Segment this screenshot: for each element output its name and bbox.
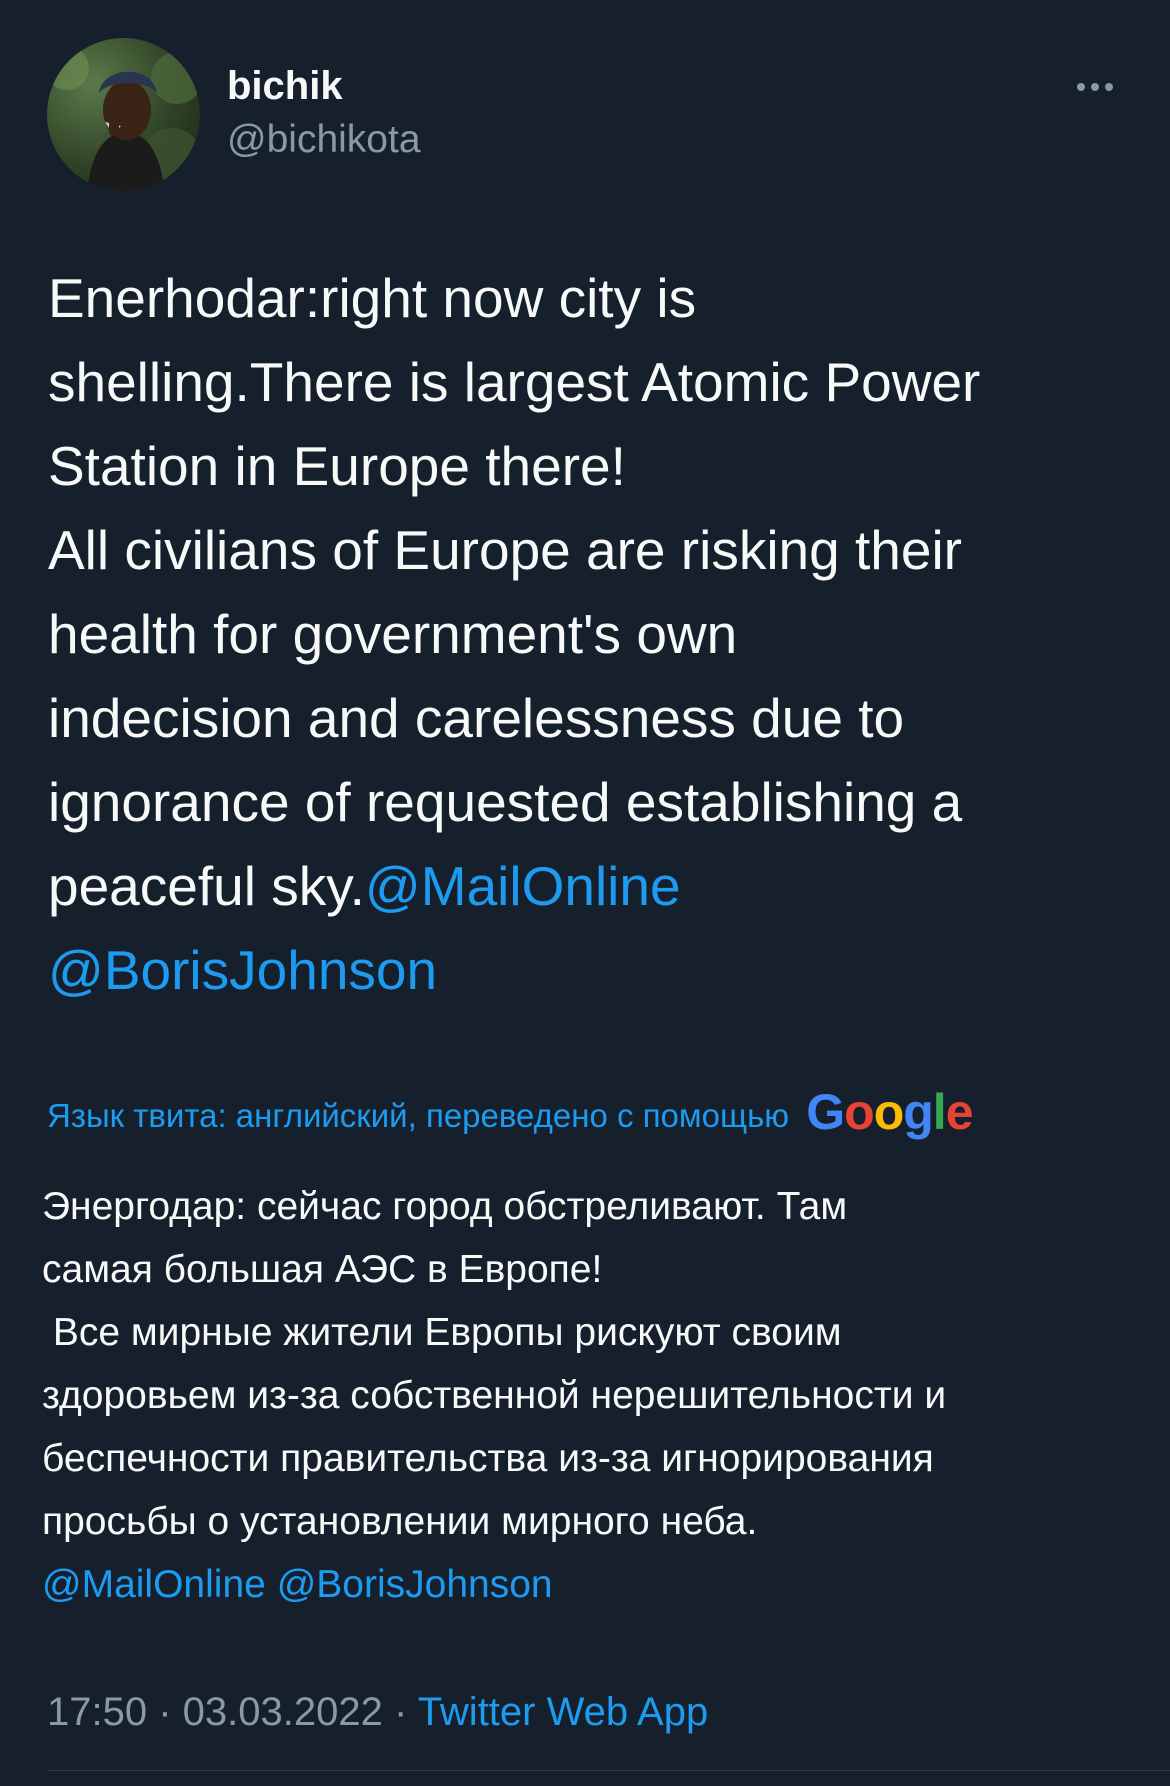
more-options-button[interactable] xyxy=(1070,70,1120,104)
divider xyxy=(47,1770,1170,1771)
author-handle[interactable]: @bichikota xyxy=(227,116,421,164)
translated-text-line: просьбы о установлении мирного неба. xyxy=(42,1500,758,1543)
profile-photo-icon xyxy=(47,46,200,191)
mention-link-mailonline[interactable]: @MailOnline xyxy=(365,855,681,917)
translated-text-line: здоровьем из-за собственной нерешительно… xyxy=(42,1374,947,1417)
tweet-text-line-with-mention: peaceful sky.@MailOnline xyxy=(48,844,1128,928)
google-logo-letter: l xyxy=(932,1084,947,1140)
tweet-text-line: All civilians of Europe are risking thei… xyxy=(48,519,962,581)
author-display-name[interactable]: bichik xyxy=(227,62,343,110)
meta-separator: · xyxy=(382,1690,418,1734)
translated-mentions-line: @MailOnline @BorisJohnson xyxy=(42,1553,1142,1616)
meta-separator: · xyxy=(147,1690,183,1734)
translated-mention-borisjohnson[interactable]: @BorisJohnson xyxy=(277,1563,553,1606)
tweet-text-line: indecision and carelessness due to xyxy=(48,687,905,749)
avatar[interactable] xyxy=(47,38,200,191)
translated-text-line: Все мирные жители Европы рискуют своим xyxy=(42,1311,842,1354)
tweet-text-line: health for government's own xyxy=(48,603,738,665)
tweet-text-line: Enerhodar:right now city is xyxy=(48,267,697,329)
translated-text-line: Энергодар: сейчас город обстреливают. Та… xyxy=(42,1185,848,1228)
ellipsis-horizontal-icon xyxy=(1077,83,1113,91)
translation-notice-text: Язык твита: английский, переведено с пом… xyxy=(47,1097,790,1134)
google-logo-letter: G xyxy=(806,1084,845,1140)
tweet-text-line: Station in Europe there! xyxy=(48,435,626,497)
translated-text: Энергодар: сейчас город обстреливают. Та… xyxy=(42,1175,1142,1616)
mention-link-borisjohnson[interactable]: @BorisJohnson xyxy=(48,939,437,1001)
google-logo-letter: o xyxy=(873,1084,905,1140)
tweet-text-line-with-mention: @BorisJohnson xyxy=(48,928,1128,1012)
google-logo-letter: g xyxy=(903,1084,934,1140)
tweet-date[interactable]: 03.03.2022 xyxy=(183,1690,383,1734)
google-logo-letter: o xyxy=(844,1084,875,1140)
translated-text-line: беспечности правительства из-за игнориро… xyxy=(42,1437,934,1480)
translated-text-line: самая большая АЭС в Европе! xyxy=(42,1248,603,1291)
tweet-text-segment: peaceful sky. xyxy=(48,855,365,917)
google-logo-letter: e xyxy=(945,1084,974,1140)
tweet-meta: 17:50 · 03.03.2022 · Twitter Web App xyxy=(47,1682,708,1742)
tweet-text-line: shelling.There is largest Atomic Power xyxy=(48,351,981,413)
tweet-text-line: ignorance of requested establishing a xyxy=(48,771,963,833)
tweet-text: Enerhodar:right now city is shelling.The… xyxy=(48,256,1128,1012)
google-logo: Google xyxy=(806,1084,974,1140)
translated-mention-mailonline[interactable]: @MailOnline xyxy=(42,1563,266,1606)
translation-notice[interactable]: Язык твита: английский, переведено с пом… xyxy=(47,1078,1137,1150)
tweet-time[interactable]: 17:50 xyxy=(47,1690,147,1734)
tweet-source-link[interactable]: Twitter Web App xyxy=(418,1690,709,1734)
